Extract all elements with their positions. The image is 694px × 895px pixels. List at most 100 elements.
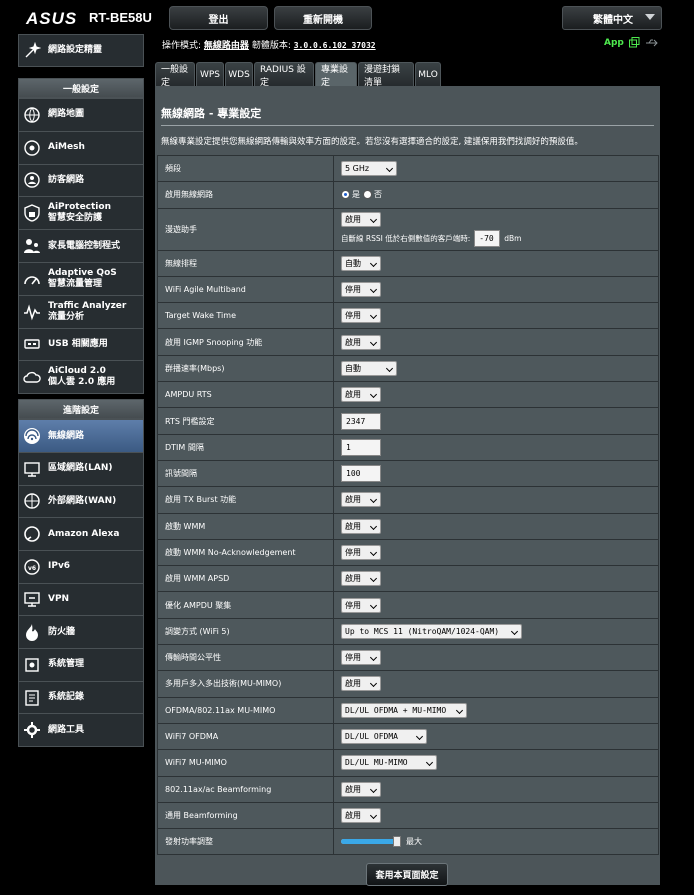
cloud-icon [23, 372, 41, 383]
sidebar-item-label: 系統記錄 [48, 692, 85, 703]
setting-select[interactable]: 啟用 [341, 334, 381, 350]
setting-select[interactable]: 啟用 [341, 518, 381, 534]
setting-value: DL/UL OFDMA + MU-MIMO [334, 697, 658, 723]
power-slider[interactable] [341, 836, 401, 848]
tab-6[interactable]: MLO [415, 62, 441, 86]
slider-knob[interactable] [393, 836, 401, 848]
apply-button[interactable]: 套用本頁面設定 [366, 863, 448, 886]
setting-select[interactable]: 停用 [341, 597, 381, 613]
setting-row: 優化 AMPDU 聚集 停用 [158, 592, 658, 619]
select-value: 啟用 [345, 214, 361, 224]
setting-row: 發射功率調整 最大 [158, 829, 658, 855]
language-select[interactable]: 繁體中文 [562, 6, 662, 30]
setting-input[interactable]: 1 [341, 438, 381, 456]
setting-value: 5 GHz [334, 156, 658, 182]
setting-label: 通用 Beamforming [158, 802, 334, 829]
app-label[interactable]: App [604, 38, 624, 48]
setting-label: 啟用 WMM APSD [158, 566, 334, 592]
tab-5[interactable]: 漫遊封鎖清單 [358, 62, 414, 88]
sidebar-item-general-6[interactable]: Traffic Analyzer 流量分析 [19, 294, 143, 328]
setting-select[interactable]: DL/UL OFDMA [341, 729, 427, 745]
sidebar-item-quick-setup[interactable]: 網路設定精靈 [19, 35, 143, 66]
setting-row: DTIM 間隔 1 [158, 434, 658, 461]
setting-select[interactable]: 自動 [341, 360, 397, 376]
usb-status-icon [645, 39, 658, 46]
setting-select[interactable]: 5 GHz [341, 161, 397, 177]
sidebar-item-advanced-8[interactable]: 系統記錄 [19, 680, 143, 714]
tab-2[interactable]: WDS [225, 62, 253, 86]
setting-select[interactable]: 啟用 [341, 571, 381, 587]
top-bar: ASUS RT-BE58U 登出 重新開機 繁體中文 [0, 0, 694, 34]
setting-select[interactable]: 啟用 [341, 492, 381, 508]
copy-icon[interactable] [628, 37, 640, 48]
sidebar-item-general-8[interactable]: AiCloud 2.0 個人雲 2.0 應用 [19, 360, 143, 394]
setting-select[interactable]: 啟用 [341, 211, 381, 227]
reboot-button[interactable]: 重新開機 [274, 6, 372, 30]
setting-select[interactable]: 啟用 [341, 676, 381, 692]
setting-select[interactable]: 停用 [341, 650, 381, 666]
qos-icon [24, 276, 40, 285]
rssi-line: 自斷線 RSSI 低於右側數值的客戶端時: -70 dBm [341, 229, 521, 247]
sidebar-item-advanced-1[interactable]: 區域網路(LAN) [19, 451, 143, 485]
sidebar-item-general-7[interactable]: USB 相關應用 [19, 327, 143, 361]
tab-0[interactable]: 一般設定 [155, 62, 195, 88]
sidebar-item-general-3[interactable]: AiProtection 智慧安全防護 [19, 196, 143, 230]
sidebar-item-advanced-4[interactable]: v6 IPv6 [19, 549, 143, 583]
setting-input[interactable]: 2347 [341, 412, 381, 430]
sidebar-item-general-1[interactable]: AiMesh [19, 130, 143, 164]
rssi-input[interactable]: -70 [474, 229, 501, 247]
select-value: DL/UL MU-MIMO [345, 758, 408, 768]
wizard-icon [25, 41, 41, 57]
sidebar-item-general-5[interactable]: Adaptive QoS 智慧流量管理 [19, 261, 143, 295]
sidebar-item-label: 外部網路(WAN) [48, 495, 117, 506]
tab-4[interactable]: 專業設定 [315, 62, 357, 88]
chevron-down-icon [425, 759, 434, 767]
setting-row: 啟用 TX Burst 功能 啟用 [158, 487, 658, 514]
tab-1[interactable]: WPS [196, 62, 224, 86]
select-value: 啟用 [345, 574, 361, 584]
radio-no[interactable] [363, 190, 372, 200]
setting-select[interactable]: Up to MCS 11 (NitroQAM/1024-QAM) [341, 623, 522, 639]
sidebar-item-advanced-6[interactable]: 防火牆 [19, 615, 143, 648]
page-title: 無線網路 - 專業設定 [161, 107, 262, 120]
select-value: 停用 [345, 600, 361, 610]
radio-yes[interactable] [341, 190, 350, 200]
setting-row: 調變方式 (WiFi 5) Up to MCS 11 (NitroQAM/1024… [158, 618, 658, 646]
vpn-icon [24, 592, 40, 608]
sidebar-item-advanced-5[interactable]: VPN [19, 582, 143, 616]
setting-value: 啟用自斷線 RSSI 低於右側數值的客戶端時: -70 dBm [334, 208, 658, 250]
sidebar-item-general-4[interactable]: 家長電腦控制程式 [19, 229, 143, 262]
sidebar-item-general-2[interactable]: 訪客網路 [19, 163, 143, 197]
setting-value: DL/UL OFDMA [334, 723, 658, 750]
sidebar-item-advanced-7[interactable]: 系統管理 [19, 647, 143, 681]
setting-value: 100 [334, 460, 658, 487]
wireless-icon [24, 428, 40, 445]
setting-select[interactable]: 啟用 [341, 781, 381, 797]
chevron-down-icon [369, 522, 378, 530]
setting-select[interactable]: 啟用 [341, 807, 381, 823]
sidebar-item-advanced-3[interactable]: Amazon Alexa [19, 517, 143, 550]
setting-select[interactable]: DL/UL MU-MIMO [341, 755, 437, 771]
logout-button[interactable]: 登出 [169, 6, 268, 30]
setting-row: 傳輸時間公平性 停用 [158, 645, 658, 672]
sidebar-item-advanced-2[interactable]: 外部網路(WAN) [19, 484, 143, 518]
setting-label: 802.11ax/ac Beamforming [158, 776, 334, 802]
sidebar-item-general-0[interactable]: 網路地圖 [19, 98, 143, 131]
setting-row: 802.11ax/ac Beamforming 啟用 [158, 776, 658, 803]
setting-select[interactable]: 停用 [341, 545, 381, 560]
select-value: Up to MCS 11 (NitroQAM/1024-QAM) [345, 626, 500, 636]
firmware-link[interactable]: 3.0.0.6.102_37032 [294, 41, 376, 50]
mode-link[interactable]: 無線路由器 [204, 41, 249, 51]
setting-select[interactable]: 停用 [341, 282, 381, 298]
tab-3[interactable]: RADIUS 設定 [254, 62, 314, 88]
setting-value: 2347 [334, 408, 658, 434]
setting-input[interactable]: 100 [341, 465, 381, 483]
setting-select[interactable]: DL/UL OFDMA + MU-MIMO [341, 702, 467, 718]
select-value: 自動 [345, 363, 361, 373]
sidebar-item-advanced-0[interactable]: 無線網路 [19, 419, 143, 452]
setting-select[interactable]: 啟用 [341, 387, 381, 403]
sidebar-item-advanced-9[interactable]: 網路工具 [19, 713, 143, 747]
setting-select[interactable]: 自動 [341, 255, 381, 271]
advanced-header: 進階設定 [19, 400, 143, 420]
setting-select[interactable]: 停用 [341, 308, 381, 324]
